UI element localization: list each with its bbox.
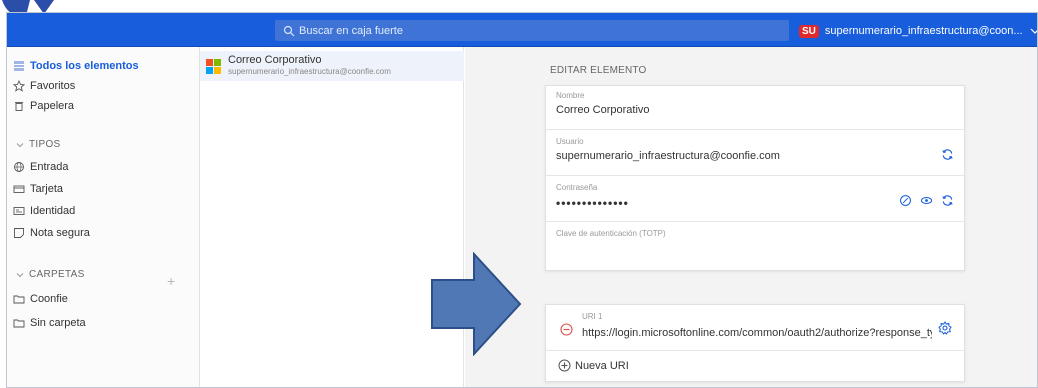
list-item-subtitle: supernumerario_infraestructura@coonfie.c… <box>228 67 391 76</box>
generate-icon[interactable] <box>941 148 954 161</box>
remove-uri-icon[interactable] <box>560 323 573 336</box>
add-folder-button[interactable]: + <box>167 273 175 289</box>
username-field[interactable]: Usuario supernumerario_infraestructura@c… <box>546 130 964 176</box>
sidebar-item-secure-note[interactable]: Nota segura <box>13 227 90 239</box>
uri-input[interactable]: https://login.microsoftonline.com/common… <box>582 327 932 339</box>
check-password-icon[interactable] <box>899 194 912 207</box>
password-field[interactable]: Contraseña •••••••••••••• <box>546 176 964 222</box>
trash-icon <box>15 102 23 111</box>
sidebar-item-label: Entrada <box>30 161 69 173</box>
sidebar: Todos los elementos Favoritos Papelera T… <box>7 47 200 387</box>
field-label: URI 1 <box>582 312 603 321</box>
folders-header[interactable]: CARPETAS <box>15 269 85 280</box>
generate-icon[interactable] <box>941 194 954 207</box>
list-item-title: Correo Corporativo <box>228 54 322 66</box>
sidebar-item-login[interactable]: Entrada <box>13 161 69 173</box>
types-header[interactable]: TIPOS <box>15 139 61 150</box>
sidebar-item-trash[interactable]: Papelera <box>13 100 74 112</box>
card-icon <box>13 185 25 193</box>
field-label: Usuario <box>556 137 584 146</box>
note-icon <box>14 228 24 238</box>
sidebar-item-label: Favoritos <box>30 80 76 92</box>
field-label: Nombre <box>556 91 585 100</box>
sidebar-item-label: Identidad <box>30 205 76 217</box>
new-uri-button[interactable]: Nueva URI <box>558 359 629 372</box>
top-bar: Buscar en caja fuerte SU supernumerario_… <box>7 13 1037 47</box>
name-field[interactable]: Nombre Correo Corporativo <box>546 86 964 130</box>
id-icon <box>13 207 25 215</box>
list-item[interactable]: Correo Corporativo supernumerario_infrae… <box>200 51 464 81</box>
sidebar-item-identity[interactable]: Identidad <box>13 205 75 217</box>
sidebar-item-label: Sin carpeta <box>30 317 86 329</box>
item-list: Correo Corporativo supernumerario_infrae… <box>200 47 464 387</box>
sidebar-item-label: Todos los elementos <box>30 60 139 72</box>
sidebar-item-no-folder[interactable]: Sin carpeta <box>13 317 86 329</box>
account-menu[interactable]: SU supernumerario_infraestructura@coon..… <box>799 22 1037 40</box>
sidebar-item-card[interactable]: Tarjeta <box>13 183 63 195</box>
totp-field[interactable]: Clave de autenticación (TOTP) <box>546 222 964 272</box>
app-window: Buscar en caja fuerte SU supernumerario_… <box>6 12 1038 388</box>
account-email: supernumerario_infraestructura@coon... <box>824 25 1023 37</box>
chevron-down-icon <box>16 142 24 147</box>
sidebar-item-label: Tarjeta <box>30 183 64 195</box>
sidebar-item-label: Nota segura <box>30 227 90 239</box>
folders-header-label: CARPETAS <box>29 269 85 280</box>
sidebar-item-label: Papelera <box>30 100 75 112</box>
chevron-down-icon <box>1030 28 1037 34</box>
uri-row: URI 1 https://login.microsoftonline.com/… <box>546 305 964 351</box>
uri-card: URI 1 https://login.microsoftonline.com/… <box>545 304 965 382</box>
chevron-down-icon <box>16 272 24 277</box>
field-label: Clave de autenticación (TOTP) <box>556 229 666 238</box>
sidebar-item-favorites[interactable]: Favoritos <box>13 80 75 92</box>
fields-card: Nombre Correo Corporativo Usuario supern… <box>545 85 965 271</box>
grid-icon <box>14 61 24 71</box>
search-placeholder: Buscar en caja fuerte <box>299 24 403 37</box>
gear-icon[interactable] <box>938 321 952 335</box>
avatar: SU <box>799 24 819 38</box>
plus-circle-icon <box>558 359 571 372</box>
folder-icon <box>13 319 25 328</box>
types-header-label: TIPOS <box>29 139 61 150</box>
search-input[interactable]: Buscar en caja fuerte <box>275 20 789 41</box>
field-value: Correo Corporativo <box>556 104 650 116</box>
globe-icon <box>14 162 24 172</box>
section-title: EDITAR ELEMENTO <box>550 65 647 76</box>
star-icon <box>13 80 25 92</box>
annotation-arrow-icon <box>431 252 522 356</box>
sidebar-item-folder-coonfie[interactable]: Coonfie <box>13 293 68 305</box>
field-value: supernumerario_infraestructura@coonfie.c… <box>556 150 780 162</box>
microsoft-logo-icon <box>206 59 222 75</box>
eye-icon[interactable] <box>920 194 933 207</box>
sidebar-item-all[interactable]: Todos los elementos <box>13 60 139 72</box>
sidebar-item-label: Coonfie <box>30 293 68 305</box>
folder-icon <box>13 295 25 304</box>
edit-panel: EDITAR ELEMENTO Nombre Correo Corporativ… <box>465 47 1037 387</box>
new-uri-label: Nueva URI <box>575 359 629 372</box>
search-icon <box>283 25 295 36</box>
field-label: Contraseña <box>556 183 598 192</box>
